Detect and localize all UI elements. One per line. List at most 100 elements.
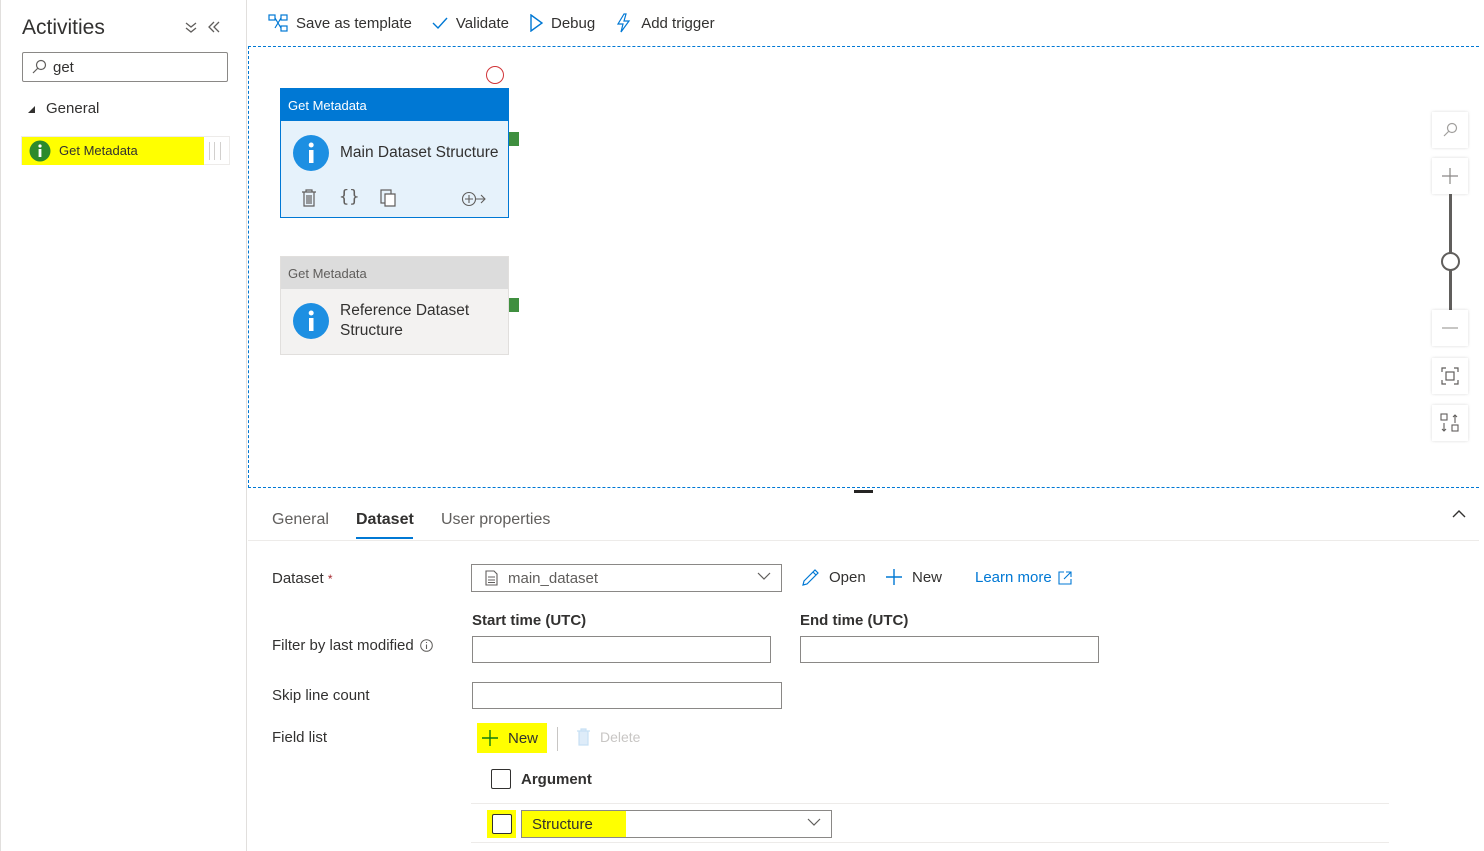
node-actions: {}: [301, 187, 491, 209]
code-icon[interactable]: {}: [339, 187, 359, 207]
external-link-icon: [1058, 570, 1072, 585]
new-dataset-button[interactable]: New: [885, 568, 942, 586]
start-time-input[interactable]: [472, 636, 771, 663]
end-time-label: End time (UTC): [800, 612, 909, 629]
debug-label: Debug: [551, 14, 596, 32]
activity-label: Get Metadata: [59, 143, 138, 158]
add-output-icon[interactable]: [461, 191, 487, 207]
lightning-icon: [615, 13, 633, 33]
open-dataset-button[interactable]: Open: [801, 568, 866, 587]
success-output-port[interactable]: [509, 298, 519, 312]
pipeline-toolbar: Save as template Validate Debug Add trig…: [248, 0, 1484, 46]
activity-get-metadata[interactable]: Get Metadata: [21, 136, 230, 165]
learn-more-link[interactable]: Learn more: [975, 569, 1072, 586]
plus-icon: [885, 568, 903, 586]
validate-button[interactable]: Validate: [432, 15, 509, 32]
select-all-checkbox[interactable]: [491, 769, 511, 789]
validate-label: Validate: [455, 14, 509, 32]
skip-line-count-label: Skip line count: [272, 687, 370, 704]
tab-dataset[interactable]: Dataset: [356, 511, 414, 529]
pipeline-canvas[interactable]: Get Metadata Main Dataset Structure {} G…: [248, 46, 1479, 488]
play-icon: [529, 14, 543, 32]
row-checkbox[interactable]: [492, 814, 512, 834]
node-type-label: Get Metadata: [281, 89, 508, 121]
collapse-panel-icon[interactable]: [1452, 509, 1466, 518]
search-icon: [1442, 122, 1458, 138]
node-name-line2: Structure: [340, 322, 403, 339]
skip-line-count-input[interactable]: [472, 682, 782, 709]
node-name: Main Dataset Structure: [340, 144, 499, 161]
argument-dropdown[interactable]: Structure: [521, 810, 832, 838]
activity-node-reference[interactable]: Get Metadata Reference Dataset Structure: [280, 256, 509, 355]
plus-icon: [481, 729, 499, 747]
checkmark-icon: [432, 16, 448, 30]
start-time-label: Start time (UTC): [472, 612, 587, 629]
plus-icon: [1441, 167, 1459, 185]
info-circle-icon[interactable]: [419, 639, 433, 652]
debug-button[interactable]: Debug: [529, 14, 595, 32]
delete-icon[interactable]: [301, 189, 317, 207]
tab-user-properties[interactable]: User properties: [441, 511, 550, 529]
activity-search-box[interactable]: [22, 52, 228, 82]
save-as-template-label: Save as template: [296, 14, 412, 32]
fit-screen-icon: [1441, 367, 1459, 385]
end-time-input[interactable]: [800, 636, 1099, 663]
add-trigger-button[interactable]: Add trigger: [615, 13, 715, 33]
field-list-label: Field list: [272, 729, 328, 746]
dataset-dropdown[interactable]: main_dataset: [471, 564, 782, 592]
required-mark: *: [327, 572, 333, 586]
copy-icon[interactable]: [380, 189, 398, 207]
properties-tabs: General Dataset User properties: [248, 499, 1479, 541]
error-status-icon: [486, 66, 504, 84]
success-output-port[interactable]: [509, 132, 519, 146]
toolbar-divider: [557, 727, 558, 751]
expand-triangle-icon: [26, 104, 36, 114]
delete-field-label: Delete: [600, 729, 641, 745]
trash-icon: [576, 728, 591, 746]
node-type-label: Get Metadata: [281, 257, 508, 289]
zoom-search-button[interactable]: [1432, 112, 1468, 148]
dataset-value: main_dataset: [508, 569, 599, 587]
zoom-out-button[interactable]: [1432, 310, 1468, 346]
node-name-line1: Reference Dataset: [340, 302, 470, 319]
save-as-template-button[interactable]: Save as template: [268, 14, 412, 32]
group-general[interactable]: General: [26, 100, 99, 117]
argument-column-header: Argument: [521, 771, 592, 788]
drag-handle-icon[interactable]: [209, 142, 221, 160]
zoom-slider-thumb[interactable]: [1441, 252, 1460, 271]
dataset-label: Dataset: [272, 570, 324, 587]
row-divider: [471, 803, 1389, 804]
fit-to-screen-button[interactable]: [1432, 358, 1468, 394]
auto-align-button[interactable]: [1432, 405, 1468, 441]
sidebar-controls: [185, 20, 221, 34]
open-label: Open: [829, 569, 866, 586]
argument-value: Structure: [532, 816, 593, 833]
info-icon: [293, 303, 329, 339]
info-icon: [29, 140, 51, 162]
search-input[interactable]: [53, 58, 213, 76]
delete-field-button[interactable]: Delete: [576, 728, 640, 746]
collapse-sidebar-icon[interactable]: [207, 20, 221, 34]
auto-align-icon: [1440, 413, 1460, 433]
chevron-down-icon: [757, 572, 771, 581]
template-icon: [268, 14, 288, 32]
filter-label: Filter by last modified: [272, 637, 414, 654]
zoom-in-button[interactable]: [1432, 158, 1468, 194]
tab-general[interactable]: General: [272, 511, 329, 529]
add-trigger-label: Add trigger: [641, 14, 715, 32]
active-tab-indicator: [356, 537, 413, 539]
add-field-button[interactable]: New: [477, 723, 547, 753]
dataset-field-label: Dataset *: [272, 570, 333, 587]
zoom-controls: [1432, 112, 1468, 441]
dataset-file-icon: [485, 570, 498, 586]
group-general-label: General: [46, 100, 100, 117]
activity-node-main[interactable]: Get Metadata Main Dataset Structure {}: [280, 88, 509, 218]
filter-field-label: Filter by last modified: [272, 637, 433, 654]
node-body: Main Dataset Structure: [281, 121, 508, 185]
panel-resize-handle[interactable]: [854, 490, 873, 493]
activities-sidebar: Activities General Get Metadata: [0, 0, 247, 851]
collapse-all-icon[interactable]: [185, 20, 197, 34]
node-body: Reference Dataset Structure: [281, 289, 508, 353]
sidebar-title: Activities: [22, 16, 105, 39]
learn-more-label: Learn more: [975, 569, 1052, 586]
